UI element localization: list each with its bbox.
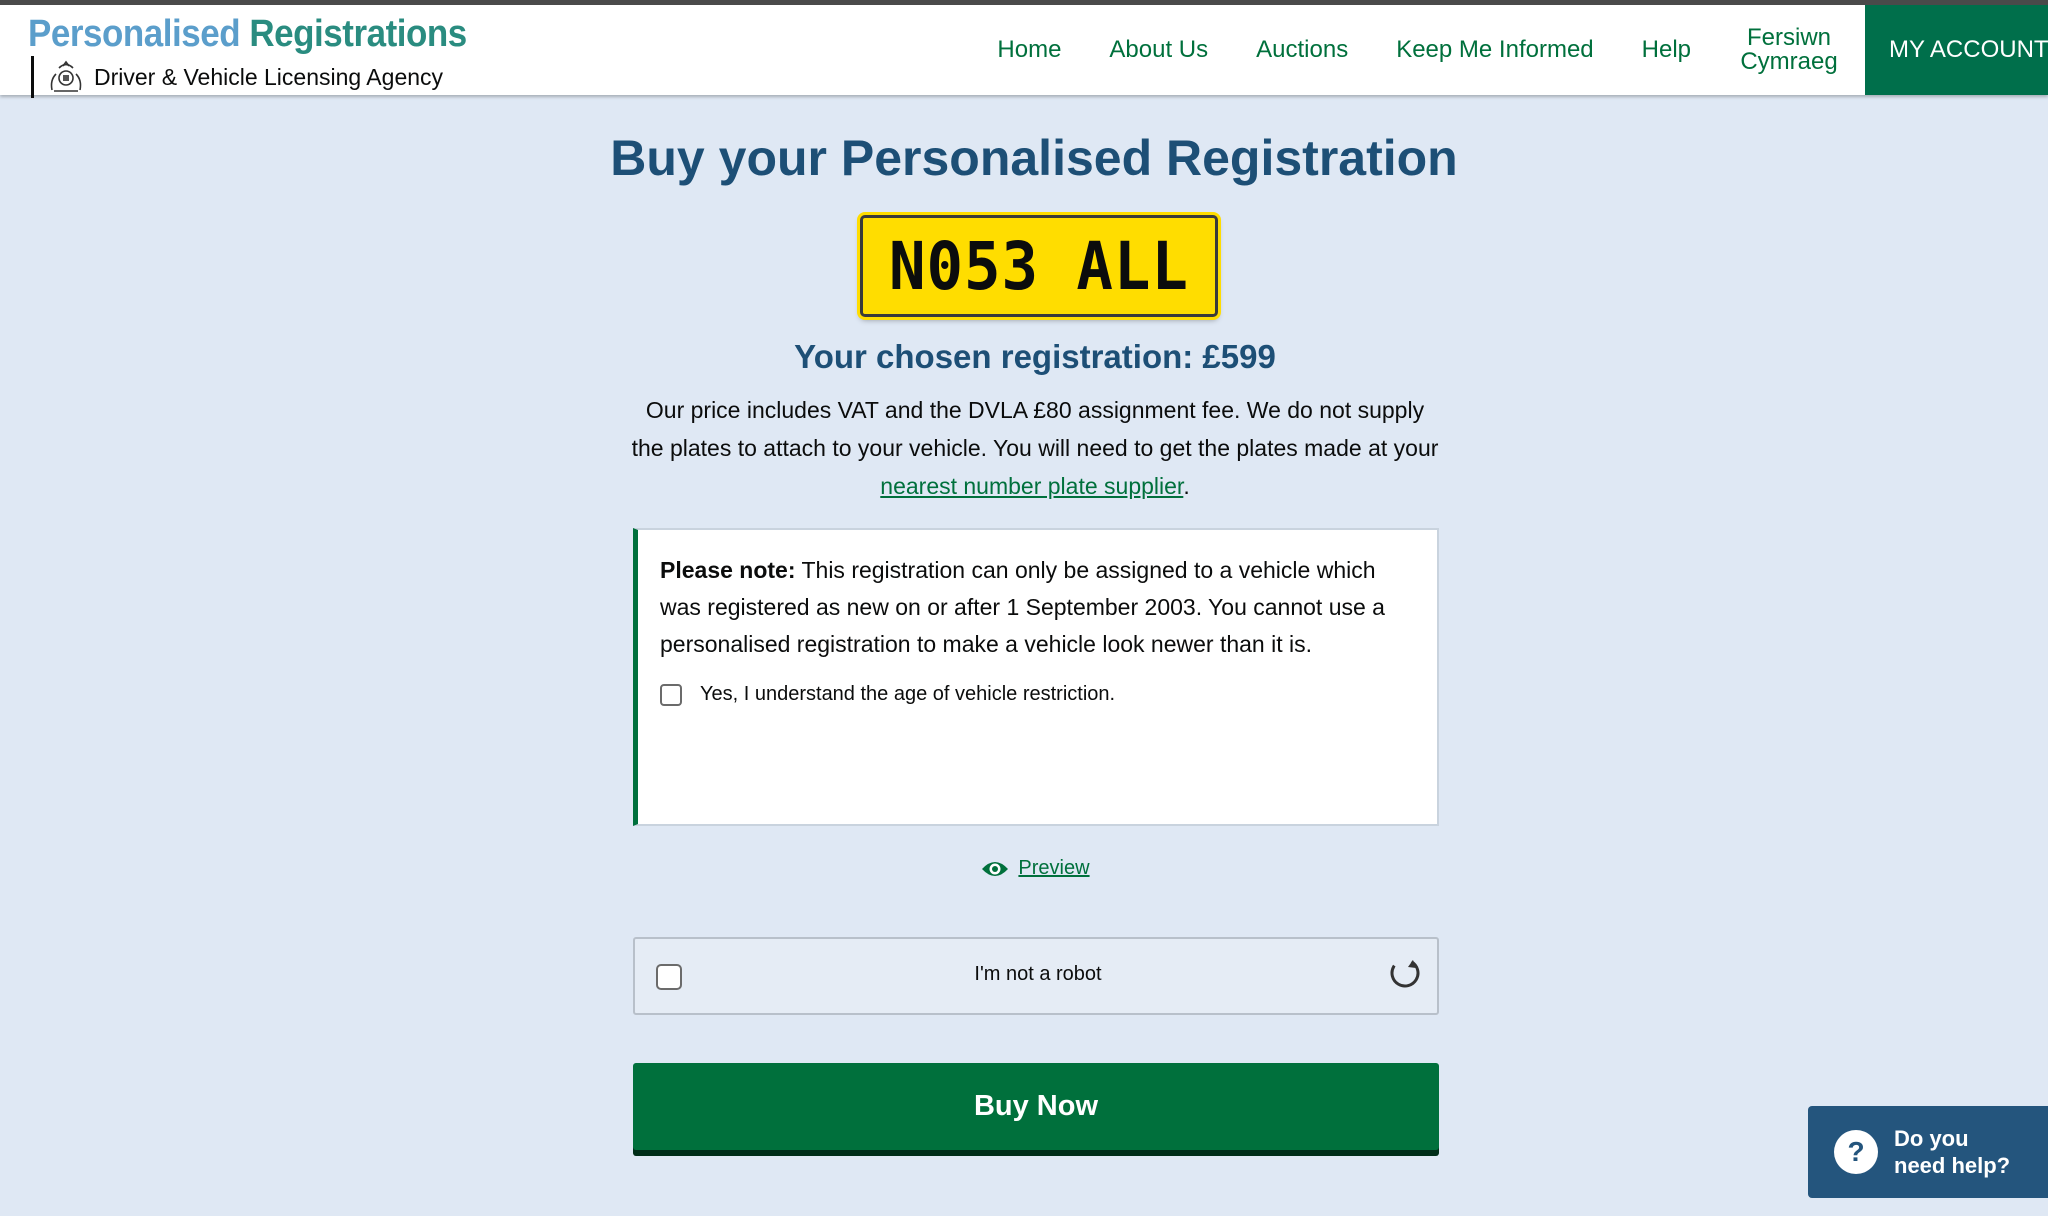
nav-welsh-language[interactable]: Fersiwn Cymraeg — [1739, 26, 1839, 74]
help-widget-label: Do you need help? — [1894, 1126, 2011, 1178]
chosen-registration-price: Your chosen registration: £599 — [794, 338, 1276, 375]
brand-title-part2: Registrations — [249, 13, 467, 55]
nav-home[interactable]: Home — [997, 36, 1061, 64]
agency-line: Driver & Vehicle Licensing Agency — [31, 56, 443, 98]
royal-crest-icon — [50, 60, 82, 92]
my-account-button[interactable]: MY ACCOUNT — [1865, 5, 2048, 95]
preview-link[interactable]: Preview — [0, 857, 2048, 880]
captcha-label: I'm not a robot — [974, 963, 1102, 985]
nav-help[interactable]: Help — [1642, 36, 1691, 64]
help-question-icon: ? — [1834, 1130, 1878, 1174]
welsh-line2: Cymraeg — [1740, 48, 1838, 75]
preview-label[interactable]: Preview — [1018, 857, 1089, 880]
buy-now-button[interactable]: Buy Now — [633, 1063, 1439, 1150]
site-logo[interactable]: Personalised Registrations Driver & Vehi… — [28, 13, 505, 98]
agency-name: Driver & Vehicle Licensing Agency — [94, 63, 444, 90]
plate-text: N053 ALL — [889, 227, 1189, 305]
captcha-widget: I'm not a robot — [633, 937, 1439, 1015]
nav-auctions[interactable]: Auctions — [1256, 36, 1348, 64]
nav-keep-me-informed[interactable]: Keep Me Informed — [1396, 36, 1593, 64]
nav-about-us[interactable]: About Us — [1109, 36, 1208, 64]
help-widget-button[interactable]: ? Do you need help? — [1808, 1106, 2048, 1198]
captcha-refresh-icon — [1390, 958, 1420, 988]
page-title: Buy your Personalised Registration — [610, 130, 1458, 186]
brand-title-part1: Personalised — [28, 13, 250, 55]
restriction-confirm-row[interactable]: Yes, I understand the age of vehicle res… — [660, 683, 1415, 706]
registration-plate: N053 ALL — [860, 215, 1218, 317]
nearest-supplier-link[interactable]: nearest number plate supplier — [880, 473, 1183, 499]
restriction-checkbox-label[interactable]: Yes, I understand the age of vehicle res… — [700, 683, 1115, 706]
price-info-end: . — [1183, 473, 1190, 499]
site-header: Personalised Registrations Driver & Vehi… — [0, 0, 2048, 98]
brand-title: Personalised Registrations — [28, 13, 467, 56]
main-nav: Home About Us Auctions Keep Me Informed … — [997, 5, 2048, 95]
notice-label: Please note: — [660, 557, 796, 583]
price-info-text: Our price includes VAT and the DVLA £80 … — [631, 397, 1439, 461]
notice-text: Please note: This registration can only … — [660, 552, 1415, 663]
price-info: Our price includes VAT and the DVLA £80 … — [630, 391, 1440, 505]
eye-icon — [982, 861, 1009, 876]
age-restriction-notice: Please note: This registration can only … — [633, 528, 1439, 826]
welsh-line1: Fersiwn — [1746, 24, 1831, 51]
restriction-checkbox[interactable] — [660, 683, 682, 706]
